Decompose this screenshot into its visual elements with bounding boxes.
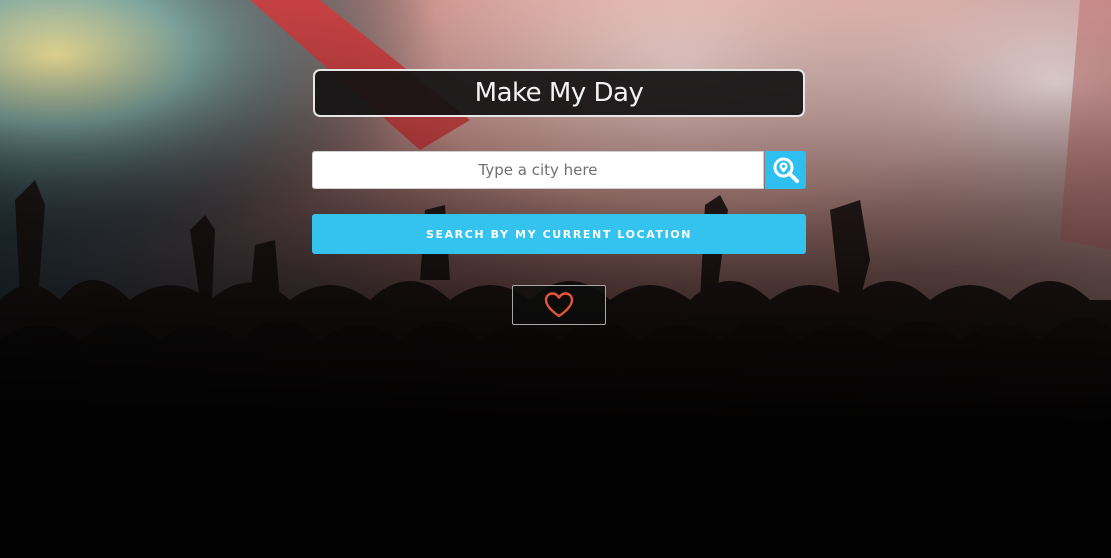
heart-icon: [544, 292, 574, 318]
app-title: Make My Day: [474, 78, 644, 108]
city-search-input[interactable]: [312, 151, 764, 189]
app-title-box: Make My Day: [313, 69, 805, 117]
search-location-icon: [773, 157, 799, 183]
search-button[interactable]: [765, 151, 806, 189]
favorites-button[interactable]: [512, 285, 606, 325]
search-by-location-label: SEARCH BY MY CURRENT LOCATION: [425, 227, 693, 241]
search-by-location-button[interactable]: SEARCH BY MY CURRENT LOCATION: [312, 214, 806, 254]
page: Make My Day SEARCH BY MY CURRENT LOCATIO…: [0, 0, 1111, 558]
